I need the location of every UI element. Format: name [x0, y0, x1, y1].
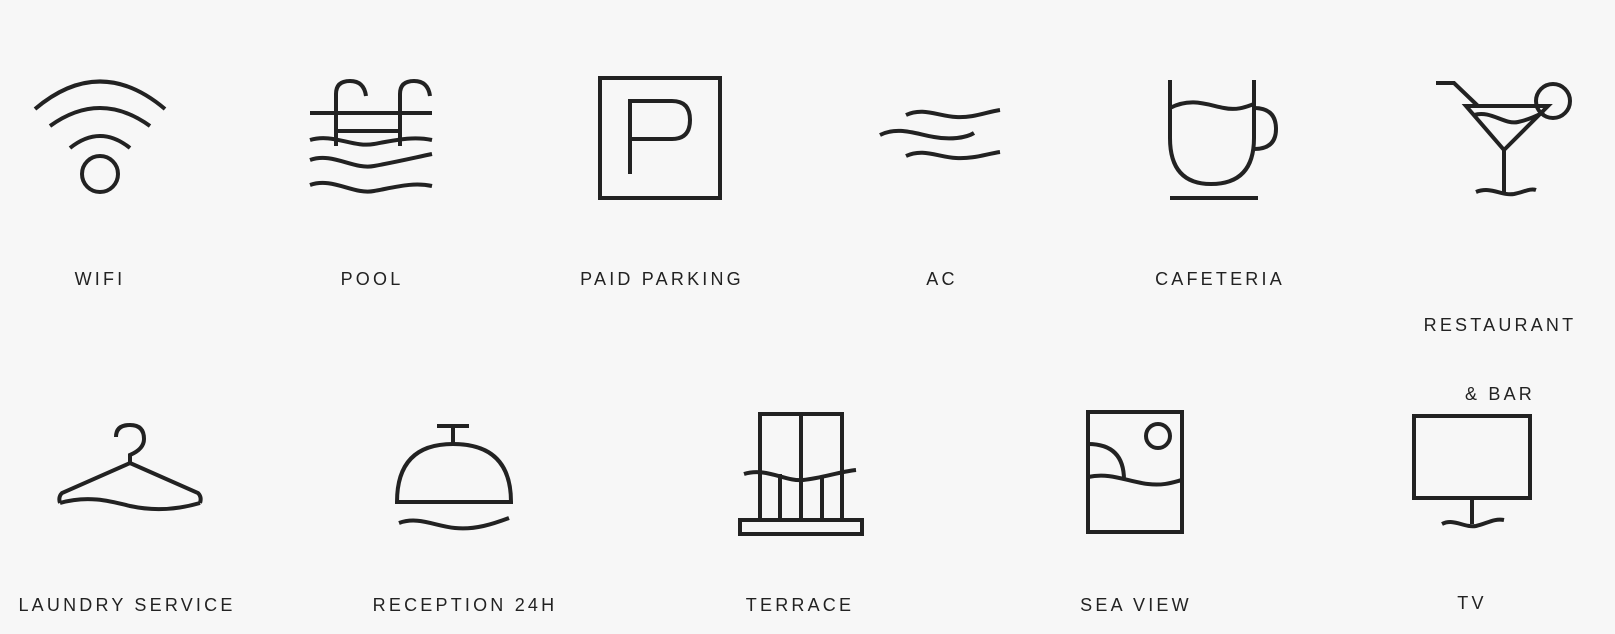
- terrace-label: TERRACE: [745, 595, 855, 615]
- restaurant-bar-label-line1: RESTAURANT: [1423, 315, 1577, 335]
- balcony-icon: [738, 412, 864, 536]
- tv-icon: [1412, 414, 1532, 529]
- amenity-cafeteria: [1166, 80, 1284, 204]
- restaurant-bar-label-line2: & BAR: [1464, 384, 1536, 404]
- air-conditioning-icon: [879, 108, 1001, 161]
- amenity-terrace: [738, 412, 864, 538]
- amenity-wifi: [30, 78, 170, 200]
- reception-label: RECEPTION 24H: [372, 595, 558, 615]
- ac-label: AC: [926, 269, 958, 289]
- restaurant-bar-label: RESTAURANT & BAR: [1424, 268, 1577, 429]
- wifi-label: WIFI: [74, 269, 126, 289]
- sea-view-icon: [1086, 410, 1184, 534]
- sea-view-label: SEA VIEW: [1080, 595, 1192, 615]
- amenity-sea-view: [1086, 410, 1186, 536]
- pool-label: POOL: [340, 269, 404, 289]
- cafeteria-label: CAFETERIA: [1155, 269, 1285, 289]
- reception-bell-icon: [394, 424, 514, 531]
- amenity-tv: [1412, 414, 1532, 532]
- amenity-pool: [308, 78, 438, 198]
- hanger-icon: [57, 422, 203, 512]
- tv-label: TV: [1457, 593, 1487, 613]
- paid-parking-label: PAID PARKING: [580, 269, 744, 289]
- cocktail-icon: [1436, 81, 1572, 197]
- pool-icon: [309, 78, 433, 194]
- amenity-paid-parking: [598, 76, 722, 202]
- amenity-reception: [394, 424, 529, 532]
- coffee-cup-icon: [1168, 80, 1279, 200]
- amenity-ac: [878, 104, 1002, 168]
- laundry-service-label: LAUNDRY SERVICE: [18, 595, 236, 615]
- amenity-laundry-service: [57, 422, 203, 521]
- parking-icon: [598, 76, 722, 200]
- wifi-icon: [33, 79, 167, 194]
- amenity-restaurant-bar: [1436, 80, 1572, 200]
